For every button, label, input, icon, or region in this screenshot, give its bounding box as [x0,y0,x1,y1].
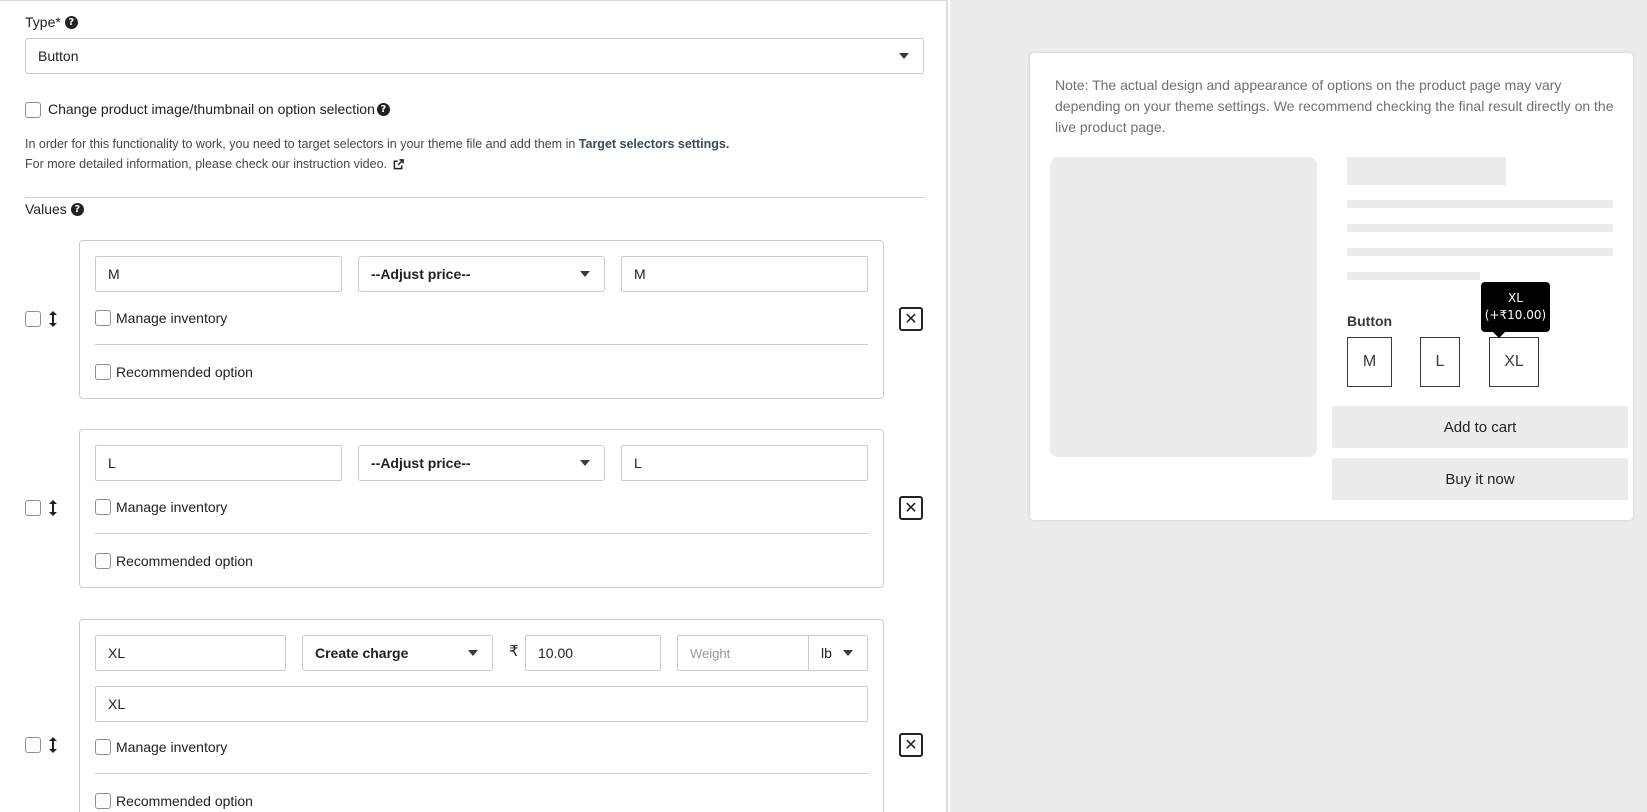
vertical-arrows-icon[interactable] [48,310,58,328]
chevron-down-icon [843,650,853,656]
manage-inventory-label: Manage inventory [116,499,228,515]
manage-inventory-label: Manage inventory [116,310,228,326]
value-select-checkbox[interactable] [25,737,41,753]
text-line-placeholder [1347,272,1480,280]
adjust-price-select[interactable]: --Adjust price-- [358,445,605,481]
remove-value-button[interactable]: ✕ [899,496,923,520]
help-icon[interactable]: ? [70,202,84,216]
help-icon[interactable]: ? [64,15,78,29]
recommended-option-checkbox[interactable] [95,553,111,569]
chevron-down-icon [468,650,478,656]
change-image-label: Change product image/thumbnail on option… [48,101,390,117]
recommended-option-checkbox[interactable] [95,793,111,809]
text-line-placeholder [1347,200,1613,208]
value-name-input[interactable]: M [95,256,342,292]
add-to-cart-button[interactable]: Add to cart [1332,406,1628,448]
product-image-placeholder [1050,157,1317,457]
remove-value-button[interactable]: ✕ [899,733,923,757]
weight-unit-select[interactable]: lb [808,635,868,671]
external-link-icon[interactable] [393,158,404,170]
change-image-checkbox[interactable] [25,102,41,118]
vertical-arrows-icon[interactable] [48,499,58,517]
values-label: Values ? [25,201,84,217]
card-divider [95,344,868,345]
close-icon: ✕ [904,735,918,754]
preview-option-m[interactable]: M [1347,337,1392,387]
price-amount-input[interactable]: 10.00 [525,635,661,671]
value-select-checkbox[interactable] [25,500,41,516]
recommended-option-label: Recommended option [116,364,253,380]
change-image-help-line1: In order for this functionality to work,… [25,137,730,151]
recommended-option-label: Recommended option [116,553,253,569]
card-divider [95,533,868,534]
chevron-down-icon [580,460,590,466]
close-icon: ✕ [904,309,918,328]
weight-input[interactable]: Weight [677,635,809,671]
price-tooltip: XL (+₹10.00) [1481,282,1550,338]
target-selectors-link[interactable]: Target selectors settings. [579,137,730,151]
value-select-checkbox[interactable] [25,311,41,327]
type-select[interactable]: Button [25,38,924,74]
preview-note: Note: The actual design and appearance o… [1055,77,1614,135]
chevron-down-icon [580,271,590,277]
value-display-input[interactable]: L [621,445,868,481]
preview-option-l[interactable]: L [1420,337,1460,387]
adjust-price-select[interactable]: --Adjust price-- [358,256,605,292]
manage-inventory-checkbox[interactable] [95,310,111,326]
preview-option-label: Button [1347,313,1393,329]
section-divider [25,197,924,198]
close-icon: ✕ [904,498,918,517]
text-line-placeholder [1347,224,1613,232]
value-display-input[interactable]: M [621,256,868,292]
manage-inventory-checkbox[interactable] [95,739,111,755]
title-placeholder [1347,157,1506,185]
card-divider [95,773,868,774]
remove-value-button[interactable]: ✕ [899,307,923,331]
recommended-option-checkbox[interactable] [95,364,111,380]
manage-inventory-label: Manage inventory [116,739,228,755]
value-display-input[interactable]: XL [95,686,868,722]
options-form-panel: Type* ? Button Change product image/thum… [0,0,948,812]
buy-it-now-button[interactable]: Buy it now [1332,458,1628,500]
manage-inventory-checkbox[interactable] [95,499,111,515]
currency-symbol: ₹ [509,642,519,660]
recommended-option-label: Recommended option [116,793,253,809]
text-line-placeholder [1347,248,1613,256]
type-label: Type* ? [25,14,78,30]
preview-option-xl[interactable]: XL [1489,337,1539,387]
help-icon[interactable]: ? [376,102,390,116]
adjust-price-select[interactable]: Create charge [302,635,493,671]
change-image-help-line2: For more detailed information, please ch… [25,157,404,171]
value-name-input[interactable]: L [95,445,342,481]
value-name-input[interactable]: XL [95,635,286,671]
vertical-arrows-icon[interactable] [48,736,58,754]
chevron-down-icon [899,53,909,59]
